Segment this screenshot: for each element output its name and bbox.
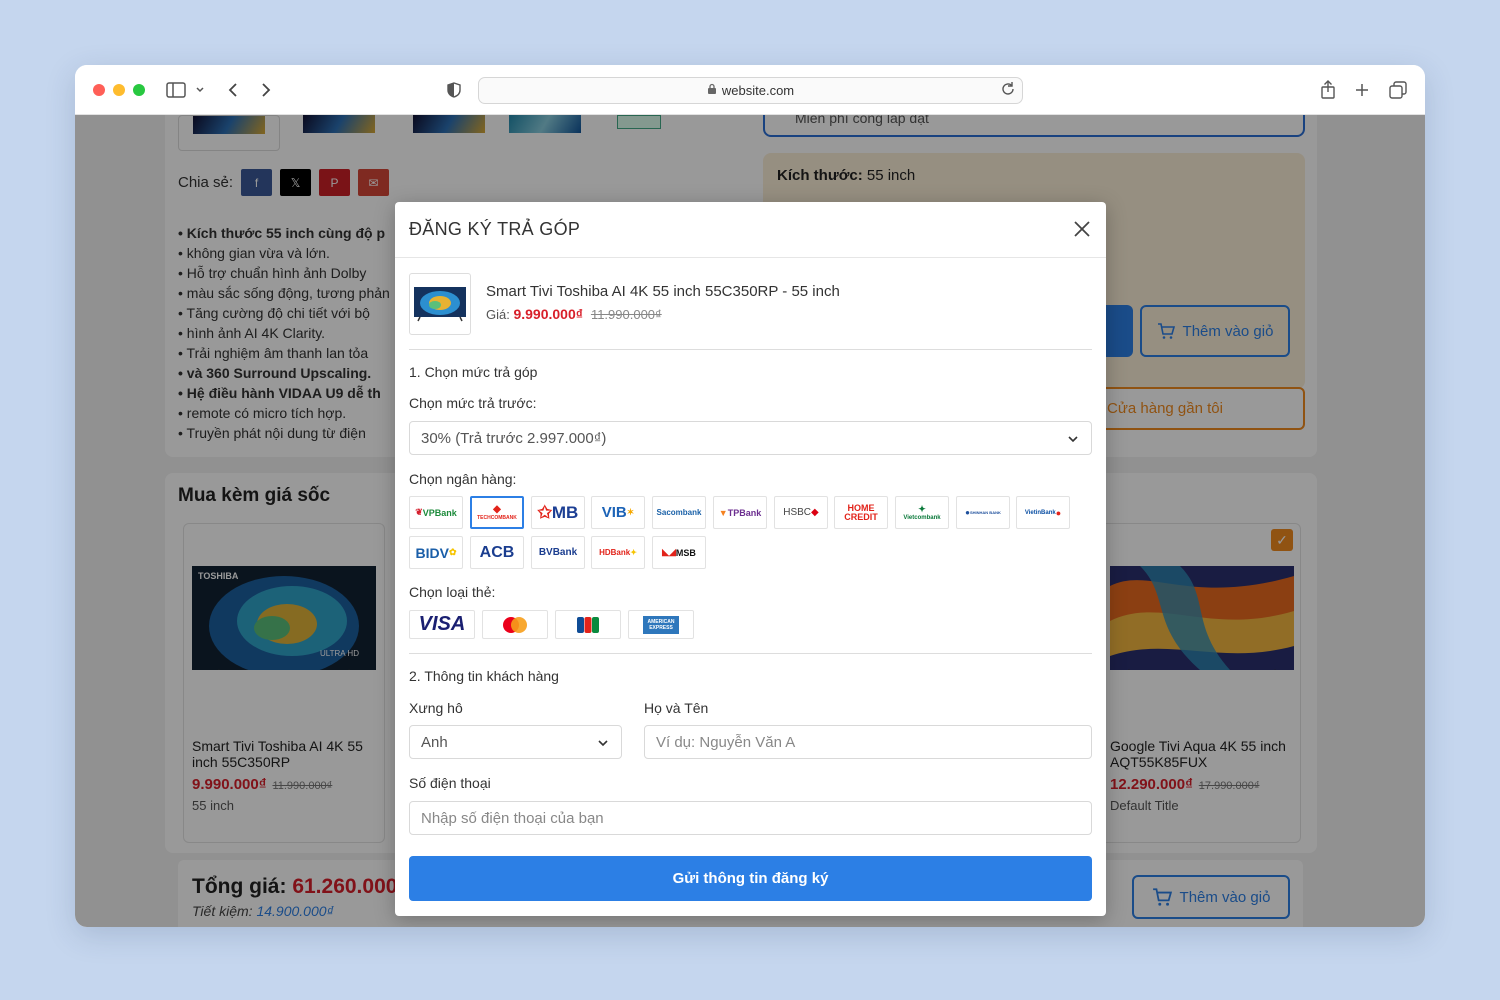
bank-vpbank[interactable]: ❦ VPBank: [409, 496, 463, 529]
submit-button[interactable]: Gửi thông tin đăng ký: [409, 856, 1092, 901]
bank-bidv[interactable]: BIDV ✿: [409, 536, 463, 569]
bank-vietinbank[interactable]: VietinBank ●: [1016, 496, 1070, 529]
card-type-label: Chọn loại thẻ:: [409, 584, 496, 600]
card-visa[interactable]: VISA: [409, 610, 475, 639]
bank-bvbank[interactable]: BVBank: [531, 536, 585, 569]
bank-acb[interactable]: ACB: [470, 536, 524, 569]
phone-input[interactable]: Nhập số điện thoại của bạn: [409, 801, 1092, 835]
forward-icon[interactable]: [255, 79, 277, 101]
phone-placeholder: Nhập số điện thoại của bạn: [421, 809, 604, 827]
divider: [409, 653, 1092, 654]
browser-toolbar: website.com: [75, 65, 1425, 115]
minimize-window-button[interactable]: [113, 84, 125, 96]
bank-tpbank[interactable]: ▼ TPBank: [713, 496, 767, 529]
bank-techcombank[interactable]: ◆ TECHCOMBANK: [470, 496, 524, 529]
lock-icon: [707, 83, 717, 98]
address-bar[interactable]: website.com: [478, 77, 1023, 104]
url-text: website.com: [721, 83, 795, 98]
prepay-label: Chọn mức trả trước:: [409, 395, 537, 411]
page-content: Chia sẻ: f 𝕏 P ✉ Kích thước 55 inch cùng…: [75, 115, 1425, 927]
sidebar-toggle-icon[interactable]: [165, 79, 187, 101]
chevron-down-icon: [597, 736, 609, 753]
phone-label: Số điện thoại: [409, 775, 491, 791]
bank-msb[interactable]: ◣◢ MSB: [652, 536, 706, 569]
step2-title: 2. Thông tin khách hàng: [409, 668, 559, 684]
chevron-down-icon: [1067, 432, 1079, 449]
full-name-input[interactable]: Ví dụ: Nguyễn Văn A: [644, 725, 1092, 759]
close-window-button[interactable]: [93, 84, 105, 96]
bank-label: Chọn ngân hàng:: [409, 471, 517, 487]
modal-product-image: [409, 273, 471, 335]
prepay-select[interactable]: 30% (Trả trước 2.997.000₫): [409, 421, 1092, 455]
bank-home-credit[interactable]: HOME CREDIT: [834, 496, 888, 529]
bank-shinhan[interactable]: ● SHINHAN BANK: [956, 496, 1010, 529]
modal-header: ĐĂNG KÝ TRẢ GÓP: [395, 202, 1106, 258]
bank-mb[interactable]: ✩ MB: [531, 496, 585, 529]
bank-hdbank[interactable]: HDBank ✦: [591, 536, 645, 569]
salutation-value: Anh: [421, 733, 448, 751]
modal-title: ĐĂNG KÝ TRẢ GÓP: [409, 219, 581, 239]
reload-icon[interactable]: [1000, 81, 1016, 100]
share-icon[interactable]: [1317, 79, 1339, 101]
salutation-label: Xưng hô: [409, 700, 463, 716]
card-amex[interactable]: AMERICAN EXPRESS: [628, 610, 694, 639]
bank-sacombank[interactable]: Sacombank: [652, 496, 706, 529]
shield-icon[interactable]: [443, 79, 465, 101]
modal-product-name: Smart Tivi Toshiba AI 4K 55 inch 55C350R…: [486, 283, 840, 300]
tab-overview-icon[interactable]: [1387, 79, 1409, 101]
full-name-placeholder: Ví dụ: Nguyễn Văn A: [656, 733, 796, 751]
divider: [409, 349, 1092, 350]
modal-product-price: Giá: 9.990.000₫ 11.990.000₫: [486, 306, 662, 322]
bank-vietcombank[interactable]: ✦ Vietcombank: [895, 496, 949, 529]
new-tab-icon[interactable]: [1351, 79, 1373, 101]
chevron-down-icon[interactable]: [189, 79, 211, 101]
salutation-select[interactable]: Anh: [409, 725, 622, 759]
close-icon[interactable]: [1070, 217, 1094, 241]
browser-window: website.com Chia sẻ: f 𝕏 P ✉ • Kích thướ…: [75, 65, 1425, 927]
installment-modal: ĐĂNG KÝ TRẢ GÓP Smart Tivi Toshiba AI 4K…: [395, 202, 1106, 916]
maximize-window-button[interactable]: [133, 84, 145, 96]
name-label: Họ và Tên: [644, 700, 709, 716]
step1-title: 1. Chọn mức trả góp: [409, 364, 538, 380]
bank-hsbc[interactable]: HSBC ◆: [774, 496, 828, 529]
back-icon[interactable]: [222, 79, 244, 101]
card-jcb[interactable]: [555, 610, 621, 639]
prepay-value: 30% (Trả trước 2.997.000₫): [421, 429, 607, 447]
bank-vib[interactable]: VIB ✶: [591, 496, 645, 529]
card-mastercard[interactable]: [482, 610, 548, 639]
submit-label: Gửi thông tin đăng ký: [672, 870, 829, 887]
